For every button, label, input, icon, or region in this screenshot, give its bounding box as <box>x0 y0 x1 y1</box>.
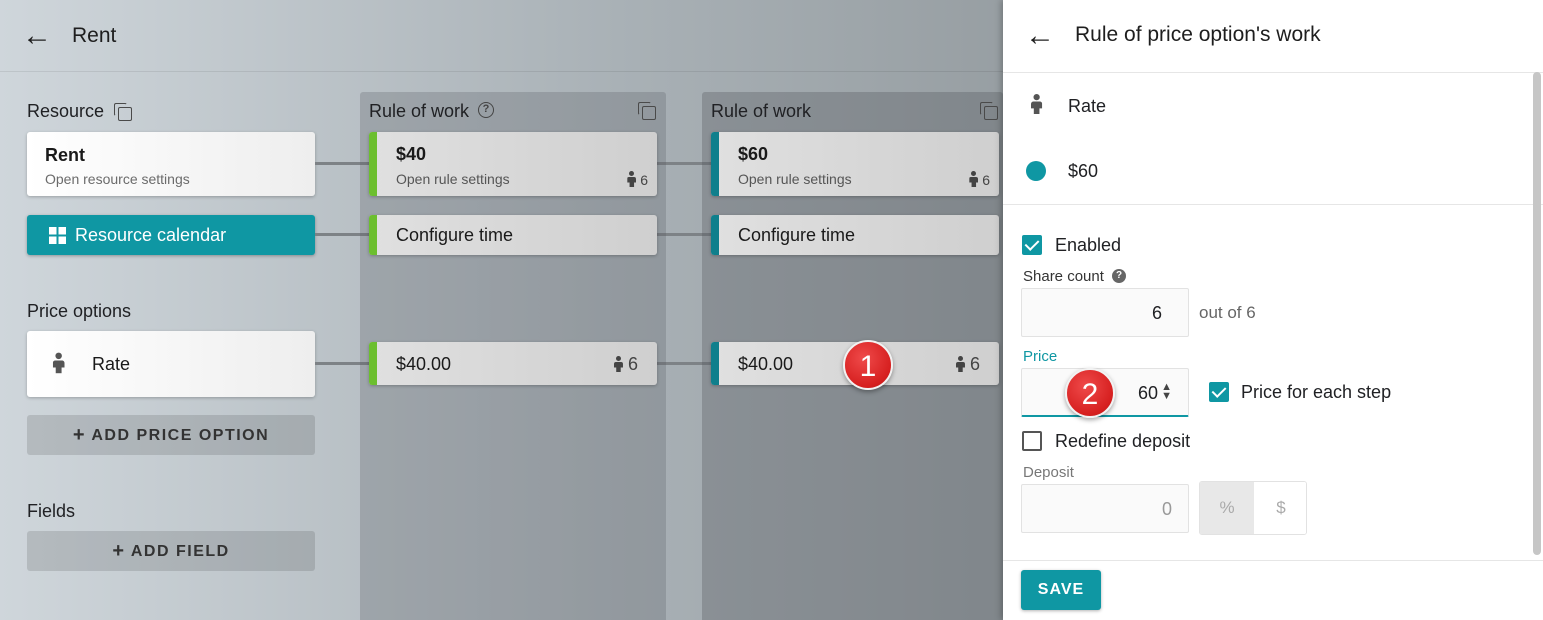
resource-card-title: Rent <box>45 145 85 165</box>
rule-card-subtitle: Open rule settings <box>738 171 852 187</box>
rule-accent-bar <box>711 215 719 255</box>
resource-calendar-label: Resource calendar <box>75 225 227 245</box>
panel-scrollbar[interactable] <box>1533 72 1541 555</box>
share-count-input[interactable]: 6 <box>1021 288 1189 337</box>
rule-accent-bar <box>369 215 377 255</box>
rule-settings-panel: ← Rule of price option's work Rate $60 E… <box>1003 0 1543 620</box>
add-price-option-label: ADD PRICE OPTION <box>91 427 270 444</box>
rule-accent-bar <box>711 342 719 385</box>
page-title: Rent <box>72 24 117 47</box>
deposit-input[interactable]: 0 <box>1021 484 1189 533</box>
rule-card[interactable]: $60 Open rule settings 6 <box>711 132 999 196</box>
rule-card-title: $60 <box>738 144 769 164</box>
deposit-label: Deposit <box>1023 464 1074 481</box>
back-arrow-icon[interactable]: ← <box>1025 21 1055 51</box>
rule-color-dot <box>1026 161 1046 181</box>
enabled-checkbox[interactable] <box>1022 235 1042 255</box>
deposit-value: 0 <box>1161 499 1172 519</box>
price-label: Price <box>1023 348 1058 365</box>
resource-calendar-button[interactable]: Resource calendar <box>27 215 315 255</box>
price-rule-value: $40.00 <box>738 354 794 374</box>
help-icon[interactable]: ? <box>1112 269 1126 283</box>
rule-accent-bar <box>369 132 377 196</box>
resource-card-subtitle: Open resource settings <box>45 171 190 187</box>
copy-icon[interactable] <box>980 102 998 120</box>
person-icon <box>955 356 965 372</box>
share-count: 6 <box>955 354 980 375</box>
copy-icon[interactable] <box>638 102 656 120</box>
divider <box>1003 72 1543 73</box>
copy-icon[interactable] <box>114 103 132 121</box>
save-button[interactable]: SAVE <box>1021 570 1101 610</box>
add-field-label: ADD FIELD <box>130 543 230 560</box>
rule-name: $60 <box>1068 161 1099 181</box>
person-icon <box>1030 94 1043 114</box>
share-count-label: Share count <box>1023 268 1104 285</box>
plus-icon: + <box>72 424 87 446</box>
person-icon <box>968 171 978 187</box>
price-rule-value: $40.00 <box>396 354 452 374</box>
add-price-option-button[interactable]: + ADD PRICE OPTION <box>27 415 315 455</box>
rule-card-title: $40 <box>396 144 427 164</box>
share-count-value: 6 <box>1151 303 1162 323</box>
add-field-button[interactable]: + ADD FIELD <box>27 531 315 571</box>
grid-icon <box>49 227 66 244</box>
rule-column-header: Rule of work <box>369 101 470 121</box>
price-options-label: Price options <box>27 301 132 321</box>
rule-accent-bar <box>711 132 719 196</box>
price-each-step-label: Price for each step <box>1241 382 1392 402</box>
configure-time-label: Configure time <box>738 225 856 245</box>
person-icon <box>626 171 636 187</box>
configure-time-card[interactable]: Configure time <box>369 215 657 255</box>
step-marker-2: 2 <box>1065 368 1115 418</box>
deposit-unit-toggle: % $ <box>1199 481 1307 535</box>
dollar-option[interactable]: $ <box>1254 482 1306 534</box>
spinner-icon[interactable]: ▲ ▼ <box>1161 382 1172 402</box>
redefine-deposit-label: Redefine deposit <box>1055 431 1191 451</box>
divider <box>1003 204 1543 205</box>
panel-title: Rule of price option's work <box>1075 23 1321 46</box>
resource-card[interactable]: Rent Open resource settings <box>27 132 315 196</box>
share-count: 6 <box>626 171 648 188</box>
rule-column-header: Rule of work <box>711 101 812 121</box>
price-value: 60 <box>1137 383 1158 403</box>
enabled-label: Enabled <box>1055 235 1122 255</box>
resource-label: Resource <box>27 101 105 121</box>
price-option-card[interactable]: Rate <box>27 331 315 397</box>
price-option-label: Rate <box>92 354 131 374</box>
person-icon <box>52 352 65 374</box>
redefine-deposit-checkbox[interactable] <box>1022 431 1042 451</box>
fields-label: Fields <box>27 501 76 521</box>
back-arrow-icon[interactable]: ← <box>22 21 52 51</box>
percent-option[interactable]: % <box>1200 482 1254 534</box>
app-header: ← Rent <box>0 0 1003 72</box>
plus-icon: + <box>112 540 126 562</box>
rule-accent-bar <box>369 342 377 385</box>
price-each-step-checkbox[interactable] <box>1209 382 1229 402</box>
divider <box>1003 560 1543 561</box>
price-rule-card[interactable]: $40.00 6 <box>369 342 657 385</box>
person-icon <box>613 356 623 372</box>
share-count-total: out of 6 <box>1199 303 1256 322</box>
step-marker-1: 1 <box>843 340 893 390</box>
share-count: 6 <box>968 171 990 188</box>
configure-time-card[interactable]: Configure time <box>711 215 999 255</box>
rule-card-subtitle: Open rule settings <box>396 171 510 187</box>
help-icon[interactable]: ? <box>478 102 494 118</box>
configure-time-label: Configure time <box>396 225 514 245</box>
rule-card[interactable]: $40 Open rule settings 6 <box>369 132 657 196</box>
price-option-name: Rate <box>1068 96 1107 116</box>
share-count: 6 <box>613 354 638 375</box>
